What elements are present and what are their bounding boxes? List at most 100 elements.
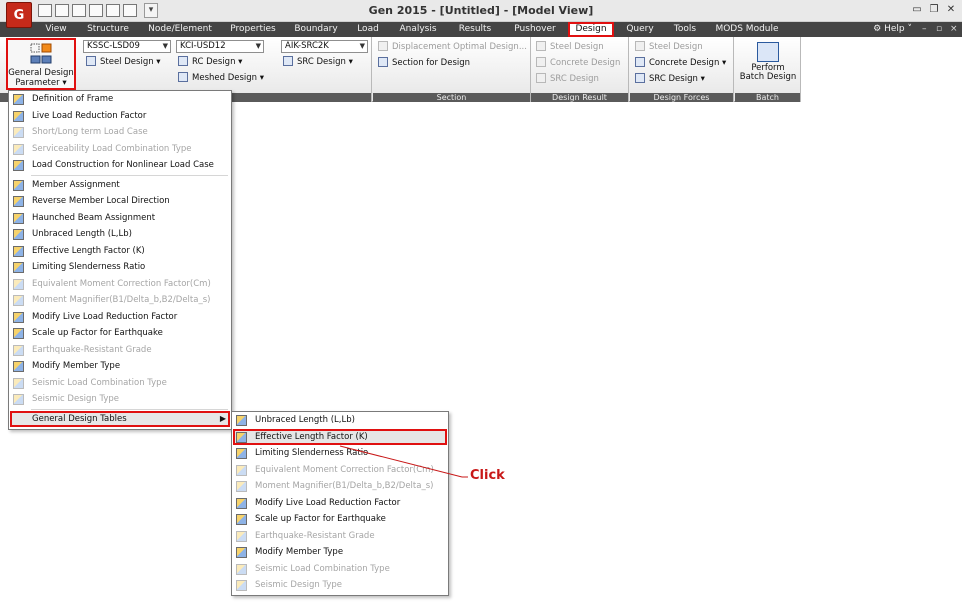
close-icon[interactable]: ✕ bbox=[944, 3, 958, 17]
steel-design-icon bbox=[86, 55, 96, 66]
section-for-design-button[interactable]: Section for Design bbox=[378, 56, 471, 70]
submenu-item-seismic-design-type[interactable]: Seismic Design Type bbox=[233, 577, 447, 594]
submenu-item-modify-live-load-reduction-factor[interactable]: Modify Live Load Reduction Factor bbox=[233, 495, 447, 512]
menu-item-seismic-load-combination-type[interactable]: Seismic Load Combination Type bbox=[10, 375, 230, 392]
menu-item-equivalent-moment-correction-factor[interactable]: Equivalent Moment Correction Factor(Cm) bbox=[10, 276, 230, 293]
general-design-parameter-menu: Definition of Frame Live Load Reduction … bbox=[8, 90, 232, 430]
menu-item-seismic-design-type[interactable]: Seismic Design Type bbox=[10, 391, 230, 408]
submenu-item-effective-length-factor[interactable]: Effective Length Factor (K) bbox=[233, 428, 447, 445]
src-design-button[interactable]: SRC Design ▾ bbox=[283, 55, 353, 69]
general-design-parameter-icon bbox=[30, 43, 52, 64]
tab-properties[interactable]: Properties bbox=[225, 22, 281, 37]
submenu-item-unbraced-length[interactable]: Unbraced Length (L,Lb) bbox=[233, 412, 447, 429]
submenu-item-equivalent-moment-correction-factor[interactable]: Equivalent Moment Correction Factor(Cm) bbox=[233, 462, 447, 479]
meshed-design-button[interactable]: Meshed Design ▾ bbox=[178, 71, 264, 85]
menu-item-general-design-tables[interactable]: General Design Tables ▶ bbox=[10, 410, 230, 427]
menu-item-label: General Design Tables bbox=[32, 413, 127, 424]
menu-bar: View Structure Node/Element Properties B… bbox=[0, 22, 962, 37]
submenu-item-earthquake-resistant-grade[interactable]: Earthquake-Resistant Grade bbox=[233, 528, 447, 545]
gdp-label-line1: General Design bbox=[8, 68, 74, 78]
menu-item-unbraced-length[interactable]: Unbraced Length (L,Lb) bbox=[10, 226, 230, 243]
tab-structure[interactable]: Structure bbox=[82, 22, 134, 37]
tab-view[interactable]: View bbox=[38, 22, 74, 37]
menu-item-reverse-member-local-direction[interactable]: Reverse Member Local Direction bbox=[10, 193, 230, 210]
general-design-parameter-button[interactable]: General Design Parameter ▾ bbox=[6, 38, 76, 90]
tab-design[interactable]: Design bbox=[568, 22, 614, 37]
menu-item-short-long-term-load-case[interactable]: Short/Long term Load Case bbox=[10, 124, 230, 141]
submenu-item-label: Limiting Slenderness Ratio bbox=[255, 448, 369, 458]
submenu-item-seismic-load-combination-type[interactable]: Seismic Load Combination Type bbox=[233, 561, 447, 578]
gdp-label-line2: Parameter bbox=[15, 78, 60, 88]
forces-src-design-icon bbox=[635, 72, 645, 83]
steel-code-value: KSSC-LSD09 bbox=[87, 41, 140, 51]
tab-load[interactable]: Load bbox=[352, 22, 384, 37]
menu-item-definition-of-frame[interactable]: Definition of Frame bbox=[10, 91, 230, 108]
result-src-design-label: SRC Design bbox=[550, 74, 599, 84]
displacement-optimal-design-icon bbox=[378, 40, 388, 51]
meshed-design-icon bbox=[178, 71, 188, 82]
tab-pushover[interactable]: Pushover bbox=[508, 22, 562, 37]
general-design-tables-submenu: Unbraced Length (L,Lb) Effective Length … bbox=[231, 411, 449, 596]
forces-src-design-button[interactable]: SRC Design ▾ bbox=[635, 72, 705, 86]
click-annotation-label: Click bbox=[470, 468, 505, 483]
tab-query[interactable]: Query bbox=[622, 22, 658, 37]
earthquake-grade-icon bbox=[13, 344, 24, 356]
menu-item-limiting-slenderness-ratio[interactable]: Limiting Slenderness Ratio bbox=[10, 259, 230, 276]
tab-tools[interactable]: Tools bbox=[667, 22, 703, 37]
src-code-select[interactable]: AIK-SRC2K ▼ bbox=[281, 40, 368, 53]
restore-icon[interactable]: ❐ bbox=[927, 3, 941, 17]
menu-item-effective-length-factor[interactable]: Effective Length Factor (K) bbox=[10, 243, 230, 260]
forces-steel-design-button[interactable]: Steel Design bbox=[635, 40, 703, 54]
help-menu[interactable]: ⚙ Help ˅ bbox=[873, 22, 912, 37]
result-src-design-icon bbox=[536, 72, 546, 83]
submenu-item-moment-magnifier[interactable]: Moment Magnifier(B1/Delta_b,B2/Delta_s) bbox=[233, 478, 447, 495]
minimize-icon[interactable]: ▭ bbox=[910, 3, 924, 17]
menu-item-load-construction-nonlinear[interactable]: Load Construction for Nonlinear Load Cas… bbox=[10, 157, 230, 174]
tab-results[interactable]: Results bbox=[452, 22, 498, 37]
forces-concrete-design-button[interactable]: Concrete Design ▾ bbox=[635, 56, 726, 70]
perform-batch-design-label: Perform Batch Design bbox=[737, 64, 799, 82]
earthquake-grade-table-icon bbox=[236, 530, 247, 542]
perform-label-line2: Batch Design bbox=[739, 72, 797, 82]
steel-design-button[interactable]: Steel Design ▾ bbox=[86, 55, 161, 69]
rc-code-select[interactable]: KCI-USD12 ▼ bbox=[176, 40, 264, 53]
tab-analysis[interactable]: Analysis bbox=[393, 22, 443, 37]
menu-item-label: Load Construction for Nonlinear Load Cas… bbox=[32, 160, 214, 170]
menu-item-haunched-beam-assignment[interactable]: Haunched Beam Assignment bbox=[10, 210, 230, 227]
moment-correction-table-icon bbox=[236, 464, 247, 476]
rc-design-button[interactable]: RC Design ▾ bbox=[178, 55, 242, 69]
forces-steel-design-label: Steel Design bbox=[649, 42, 703, 52]
submenu-item-modify-member-type[interactable]: Modify Member Type bbox=[233, 544, 447, 561]
menu-item-serviceability-load-combination-type[interactable]: Serviceability Load Combination Type bbox=[10, 141, 230, 158]
tab-boundary[interactable]: Boundary bbox=[290, 22, 342, 37]
displacement-optimal-design-button[interactable]: Displacement Optimal Design... bbox=[378, 40, 527, 54]
menu-item-earthquake-resistant-grade[interactable]: Earthquake-Resistant Grade bbox=[10, 342, 230, 359]
steel-code-select[interactable]: KSSC-LSD09 ▼ bbox=[83, 40, 171, 53]
member-type-icon bbox=[13, 361, 24, 372]
submenu-item-scale-up-factor-earthquake[interactable]: Scale up Factor for Earthquake bbox=[233, 511, 447, 528]
menu-item-modify-member-type[interactable]: Modify Member Type bbox=[10, 358, 230, 375]
mdi-minimize-icon[interactable]: – bbox=[922, 22, 927, 37]
result-steel-design-button[interactable]: Steel Design bbox=[536, 40, 604, 54]
mdi-close-icon[interactable]: × bbox=[950, 22, 958, 37]
menu-item-scale-up-factor-earthquake[interactable]: Scale up Factor for Earthquake bbox=[10, 325, 230, 342]
menu-item-modify-live-load-reduction-factor[interactable]: Modify Live Load Reduction Factor bbox=[10, 309, 230, 326]
tab-mods-module[interactable]: MODS Module bbox=[712, 22, 782, 37]
app-logo[interactable]: G bbox=[6, 2, 32, 28]
ribbon-group-label-batch: Batch bbox=[735, 93, 800, 102]
slenderness-icon bbox=[13, 262, 24, 273]
mdi-restore-icon[interactable]: ▫ bbox=[936, 22, 942, 37]
section-for-design-label: Section for Design bbox=[392, 58, 471, 68]
forces-concrete-design-label: Concrete Design bbox=[649, 58, 720, 68]
menu-item-member-assignment[interactable]: Member Assignment bbox=[10, 177, 230, 194]
perform-batch-design-button[interactable]: Perform Batch Design bbox=[737, 40, 799, 86]
menu-item-live-load-reduction-factor[interactable]: Live Load Reduction Factor bbox=[10, 108, 230, 125]
result-src-design-button[interactable]: SRC Design bbox=[536, 72, 599, 86]
submenu-item-label: Modify Live Load Reduction Factor bbox=[255, 497, 401, 508]
section-for-design-icon bbox=[378, 56, 388, 67]
tab-node-element[interactable]: Node/Element bbox=[143, 22, 217, 37]
help-label: Help bbox=[884, 24, 905, 34]
menu-item-moment-magnifier[interactable]: Moment Magnifier(B1/Delta_b,B2/Delta_s) bbox=[10, 292, 230, 309]
submenu-item-limiting-slenderness-ratio[interactable]: Limiting Slenderness Ratio bbox=[233, 445, 447, 462]
result-concrete-design-button[interactable]: Concrete Design bbox=[536, 56, 620, 70]
